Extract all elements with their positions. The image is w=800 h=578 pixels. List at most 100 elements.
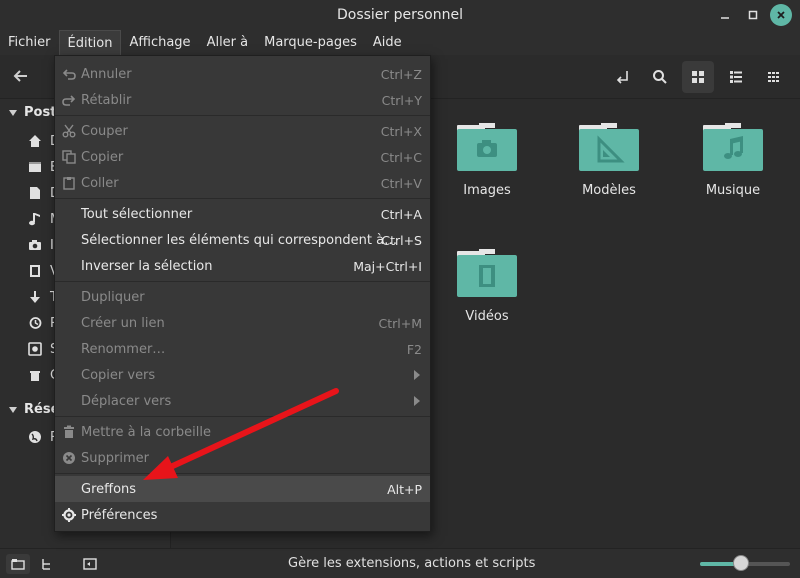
- chevron-down-icon: [9, 109, 17, 116]
- menu-item-label: Couper: [81, 123, 128, 139]
- menu-item-copy-to[interactable]: Copier vers: [55, 362, 430, 388]
- menu-item-label: Déplacer vers: [81, 393, 172, 409]
- back-button[interactable]: [12, 67, 32, 87]
- menu-item-create-link[interactable]: Créer un lien Ctrl+M: [55, 310, 430, 336]
- edit-menu-dropdown: Annuler Ctrl+Z Rétablir Ctrl+Y Couper Ct…: [54, 55, 431, 532]
- search-button[interactable]: [644, 61, 676, 93]
- menu-separator: [55, 281, 430, 282]
- compact-list-icon: [768, 72, 779, 82]
- menu-item-paste[interactable]: Coller Ctrl+V: [55, 170, 430, 196]
- menu-item-label: Tout sélectionner: [81, 206, 193, 222]
- home-icon: [29, 135, 41, 147]
- folder-templates[interactable]: Modèles: [559, 121, 659, 198]
- menu-item-label: Rétablir: [81, 92, 132, 108]
- menu-item-move-to-trash[interactable]: Mettre à la corbeille: [55, 419, 430, 445]
- film-icon: [30, 265, 40, 277]
- folder-label: Musique: [705, 183, 761, 198]
- compact-view-button[interactable]: [758, 61, 790, 93]
- zoom-slider-handle[interactable]: [732, 555, 749, 571]
- menu-item-label: Sélectionner les éléments qui correspond…: [81, 232, 398, 248]
- arrow-left-icon: [13, 70, 27, 82]
- menu-item-move-to[interactable]: Déplacer vers: [55, 388, 430, 414]
- list-view-button[interactable]: [720, 61, 752, 93]
- folder-icon: [455, 247, 519, 299]
- menu-aide[interactable]: Aide: [365, 30, 410, 55]
- menu-item-redo[interactable]: Rétablir Ctrl+Y: [55, 87, 430, 113]
- submenu-arrow-icon: [414, 396, 420, 406]
- sidebar-section-network[interactable]: Rése: [8, 402, 59, 417]
- menu-item-label: Inverser la sélection: [81, 258, 213, 274]
- menu-item-delete[interactable]: Supprimer: [55, 445, 430, 471]
- camera-icon: [29, 240, 41, 250]
- icon-view-button[interactable]: [682, 61, 714, 93]
- maximize-icon: [748, 10, 758, 20]
- menu-item-shortcut: Ctrl+V: [380, 175, 422, 191]
- grid-icon: [692, 71, 704, 83]
- search-icon: [653, 70, 667, 84]
- maximize-button[interactable]: [742, 4, 764, 26]
- menu-separator: [55, 473, 430, 474]
- folder-icon: [455, 121, 519, 173]
- show-tree-button[interactable]: [35, 554, 59, 574]
- menu-item-shortcut: Ctrl+A: [380, 206, 422, 222]
- menu-item-cut[interactable]: Couper Ctrl+X: [55, 118, 430, 144]
- folder-icon: [701, 121, 765, 173]
- menu-item-label: Créer un lien: [81, 315, 165, 331]
- list-icon: [730, 71, 742, 83]
- menu-item-copy[interactable]: Copier Ctrl+C: [55, 144, 430, 170]
- show-places-button[interactable]: [6, 554, 30, 574]
- menu-item-label: Renommer…: [81, 341, 166, 357]
- folder-small-icon: [11, 559, 25, 570]
- folder-videos[interactable]: Vidéos: [437, 247, 537, 324]
- menu-item-label: Greffons: [81, 481, 137, 497]
- chevron-down-icon: [9, 406, 17, 413]
- menu-fichier[interactable]: Fichier: [0, 30, 59, 55]
- folder-icon: [577, 121, 641, 173]
- history-icon: [29, 317, 42, 329]
- enter-arrow-icon: [616, 71, 628, 84]
- menu-item-shortcut: F2: [406, 341, 422, 357]
- menu-marque-pages[interactable]: Marque-pages: [256, 30, 365, 55]
- menu-item-label: Annuler: [81, 66, 132, 82]
- menu-item-select-pattern[interactable]: Sélectionner les éléments qui correspond…: [55, 227, 430, 253]
- menu-item-shortcut: Ctrl+X: [380, 123, 422, 139]
- tree-icon: [42, 559, 50, 570]
- menu-item-label: Mettre à la corbeille: [81, 424, 211, 440]
- menu-item-preferences[interactable]: Préférences: [55, 502, 430, 528]
- menu-item-select-all[interactable]: Tout sélectionner Ctrl+A: [55, 201, 430, 227]
- menu-aller-a[interactable]: Aller à: [199, 30, 257, 55]
- sidebar-toggle-icon: [83, 558, 97, 570]
- scissors-icon: [61, 123, 77, 139]
- submenu-arrow-icon: [414, 370, 420, 380]
- window-controls: [714, 4, 792, 26]
- location-toggle-button[interactable]: [606, 61, 638, 93]
- hide-sidebar-button[interactable]: [78, 554, 102, 574]
- menu-item-undo[interactable]: Annuler Ctrl+Z: [55, 61, 430, 87]
- minimize-icon: [721, 17, 729, 19]
- menu-item-shortcut: Ctrl+S: [381, 232, 422, 248]
- menu-item-duplicate[interactable]: Dupliquer: [55, 284, 430, 310]
- minimize-button[interactable]: [714, 4, 736, 26]
- folder-images[interactable]: Images: [437, 121, 537, 198]
- menu-item-shortcut: Ctrl+M: [378, 315, 423, 331]
- menu-item-rename[interactable]: Renommer… F2: [55, 336, 430, 362]
- menu-item-invert-selection[interactable]: Inverser la sélection Maj+Ctrl+I: [55, 253, 430, 279]
- menu-item-label: Supprimer: [81, 450, 149, 466]
- menu-item-shortcut: Ctrl+Y: [381, 92, 422, 108]
- music-note-icon: [29, 213, 40, 226]
- copy-icon: [61, 149, 77, 165]
- menu-item-plugins[interactable]: Greffons Alt+P: [55, 476, 430, 502]
- menu-item-shortcut: Alt+P: [387, 481, 422, 497]
- menu-item-shortcut: Ctrl+Z: [380, 66, 422, 82]
- drive-icon: [28, 342, 42, 356]
- menu-edition[interactable]: Édition: [58, 30, 122, 55]
- redo-icon: [61, 92, 77, 108]
- trash-icon: [61, 424, 77, 440]
- folder-music[interactable]: Musique: [683, 121, 783, 198]
- trash-icon: [30, 371, 40, 381]
- status-message: Gère les extensions, actions et scripts: [288, 556, 536, 571]
- menu-affichage[interactable]: Affichage: [121, 30, 198, 55]
- close-button[interactable]: [770, 4, 792, 26]
- menu-item-label: Copier vers: [81, 367, 156, 383]
- folder-label: Modèles: [582, 183, 636, 198]
